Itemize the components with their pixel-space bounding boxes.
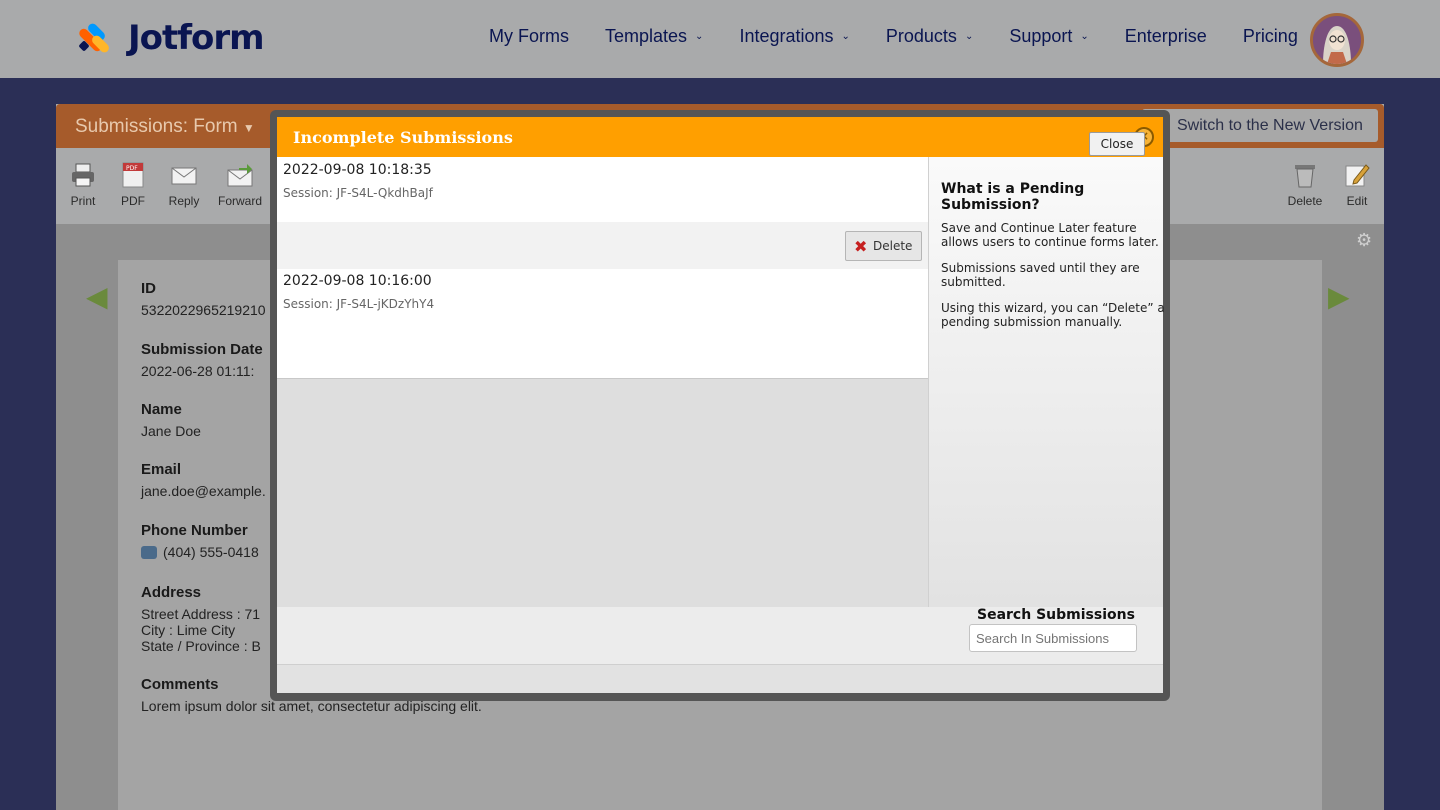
field-value: City : Lime City: [141, 622, 236, 638]
edit-label: Edit: [1346, 194, 1368, 208]
field-value: 2022-06-28 01:11:: [141, 363, 255, 379]
reply-label: Reply: [168, 194, 200, 208]
delete-entry-button[interactable]: ✖ Delete: [845, 231, 922, 261]
svg-text:PDF: PDF: [126, 165, 138, 172]
nav-label: Enterprise: [1124, 26, 1207, 46]
list-item[interactable]: 2022-09-08 10:18:35 Session: JF-S4L-Qkdh…: [277, 157, 928, 222]
field-value: jane.doe@example.: [141, 483, 266, 499]
print-label: Print: [70, 194, 96, 208]
field-email: Email jane.doe@example.: [141, 461, 266, 499]
entry-date: 2022-09-08 10:16:00: [283, 273, 432, 289]
chevron-down-icon: ⌄: [964, 31, 974, 42]
delete-entry-label: Delete: [873, 239, 913, 253]
close-button[interactable]: Close: [1089, 132, 1145, 156]
help-text: Save and Continue Later feature allows u…: [941, 221, 1159, 249]
field-name: Name Jane Doe: [141, 401, 201, 439]
pdf-label: PDF: [121, 194, 145, 208]
entry-session: Session: JF-S4L-QkdhBaJf: [283, 186, 433, 200]
previous-arrow-icon[interactable]: ◀: [86, 280, 108, 313]
nav-label: Support: [1009, 26, 1073, 46]
field-value: Street Address : 71: [141, 606, 261, 622]
logo-text: Jotform: [128, 18, 265, 58]
entry-session: Session: JF-S4L-jKDzYhY4: [283, 297, 435, 311]
field-id: ID 5322022965219210: [141, 280, 266, 318]
nav-my-forms[interactable]: My Forms: [489, 26, 569, 47]
forward-label: Forward: [218, 194, 263, 208]
delete-label: Delete: [1287, 194, 1323, 208]
field-submission-date: Submission Date 2022-06-28 01:11:: [141, 341, 263, 379]
field-label: Submission Date: [141, 341, 263, 358]
chevron-down-icon: ⌄: [1080, 31, 1089, 42]
jotform-logo[interactable]: Jotform: [77, 18, 265, 58]
field-label: Email: [141, 461, 182, 478]
envelope-icon: [171, 167, 197, 185]
jotform-logo-icon: [77, 20, 112, 56]
form-title: Submissions: Form: [75, 116, 238, 137]
field-value: State / Province : B: [141, 638, 261, 654]
switch-version-button[interactable]: Switch to the New Version: [1142, 109, 1378, 142]
pencil-edit-icon: [1345, 164, 1370, 187]
edit-submission-button[interactable]: Edit: [1340, 162, 1374, 208]
reply-button[interactable]: Reply: [166, 162, 202, 208]
chevron-down-icon: ⌄: [841, 31, 850, 42]
forward-mail-icon: [227, 164, 253, 187]
next-arrow-icon[interactable]: ▶: [1328, 280, 1350, 313]
chevron-down-icon: ⌄: [695, 31, 704, 42]
field-value: (404) 555-0418: [163, 544, 259, 560]
pdf-icon: PDF: [122, 162, 144, 188]
list-item[interactable]: 2022-09-08 10:16:00 Session: JF-S4L-jKDz…: [277, 269, 928, 379]
nav-products[interactable]: Products ⌄: [886, 26, 973, 47]
top-navigation: Jotform My Forms Templates ⌄ Integrations…: [0, 0, 1440, 78]
nav-support[interactable]: Support ⌄: [1009, 26, 1088, 47]
nav-pricing[interactable]: Pricing: [1243, 26, 1298, 47]
help-text: Using this wizard, you can “Delete” a pe…: [941, 301, 1165, 329]
field-label: ID: [141, 280, 156, 297]
search-section: Search Submissions: [277, 607, 1163, 664]
nav-label: My Forms: [489, 26, 569, 46]
pdf-button[interactable]: PDF PDF: [118, 162, 148, 208]
avatar-illustration: [1313, 16, 1361, 64]
nav-enterprise[interactable]: Enterprise: [1125, 26, 1207, 47]
field-address: Address Street Address : 71 City : Lime …: [141, 584, 261, 654]
main-menu: My Forms Templates ⌄ Integrations ⌄ Produc…: [489, 26, 1334, 47]
nav-label: Products: [885, 26, 957, 46]
nav-templates[interactable]: Templates ⌄: [605, 26, 703, 47]
phone-icon: [141, 546, 157, 559]
nav-integrations[interactable]: Integrations ⌄: [739, 26, 849, 47]
delete-x-icon: ✖: [854, 237, 868, 256]
search-input[interactable]: [969, 624, 1137, 652]
help-panel: What is a Pending Submission? Save and C…: [928, 157, 1165, 607]
nav-label: Integrations: [739, 26, 834, 46]
user-avatar-icon[interactable]: [1310, 13, 1364, 67]
switch-version-label: Switch to the New Version: [1177, 117, 1363, 134]
entry-date: 2022-09-08 10:18:35: [283, 162, 432, 178]
search-label: Search Submissions: [977, 607, 1135, 623]
field-value: Jane Doe: [141, 423, 201, 439]
field-label: Phone Number: [141, 522, 248, 539]
help-text: Submissions saved until they are submitt…: [941, 261, 1140, 289]
field-value: 5322022965219210: [141, 302, 266, 318]
incomplete-submissions-dialog: Incomplete Submissions × 2022-09-08 10:1…: [277, 117, 1165, 693]
delete-submission-button[interactable]: Delete: [1286, 162, 1324, 208]
dialog-header: Incomplete Submissions ×: [277, 117, 1163, 157]
pending-submissions-list: 2022-09-08 10:18:35 Session: JF-S4L-Qkdh…: [277, 157, 928, 607]
nav-label: Pricing: [1242, 26, 1298, 46]
dialog-footer: [277, 664, 1163, 693]
dialog-title: Incomplete Submissions: [293, 128, 513, 147]
caret-down-icon: ▼: [242, 121, 255, 135]
entry-actions: ✖ Delete: [277, 222, 928, 270]
help-title: What is a Pending Submission?: [941, 181, 1085, 213]
gear-icon[interactable]: ⚙: [1356, 230, 1372, 251]
field-phone: Phone Number (404) 555-0418: [141, 522, 259, 560]
nav-label: Templates: [605, 26, 688, 46]
field-label: Address: [141, 584, 202, 601]
print-button[interactable]: Print: [68, 162, 98, 208]
forward-button[interactable]: Forward: [218, 162, 262, 208]
form-selector[interactable]: Submissions: Form ▼: [75, 116, 255, 138]
trash-icon: [1295, 165, 1315, 188]
field-label: Name: [141, 401, 182, 418]
printer-icon: [72, 163, 94, 187]
